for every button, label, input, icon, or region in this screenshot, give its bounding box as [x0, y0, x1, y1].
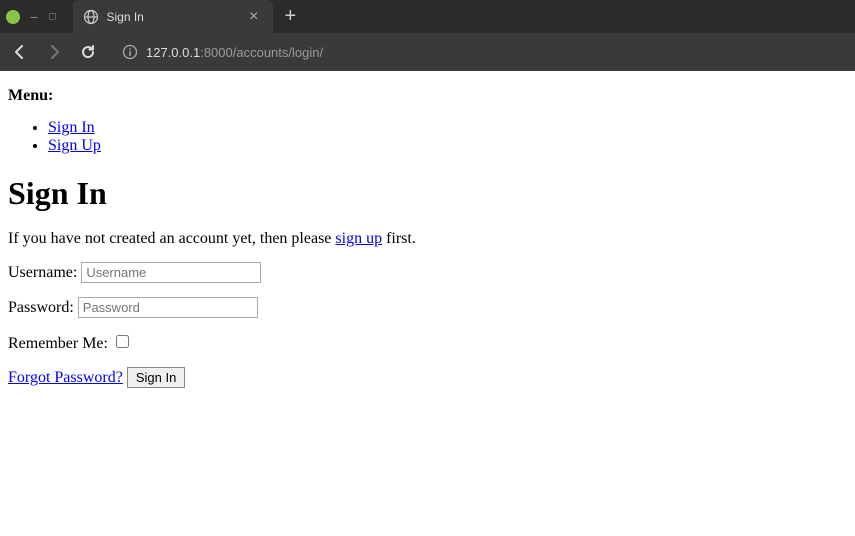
list-item: Sign Up — [48, 137, 847, 155]
site-info-icon[interactable] — [122, 44, 138, 60]
menu-label: Menu: — [8, 87, 847, 105]
address-bar[interactable]: 127.0.0.1:8000/accounts/login/ — [114, 38, 849, 66]
intro-prefix: If you have not created an account yet, … — [8, 230, 335, 247]
actions-row: Forgot Password? Sign In — [8, 367, 847, 388]
username-label: Username: — [8, 264, 81, 281]
menu-link-signup[interactable]: Sign Up — [48, 137, 101, 154]
remember-row: Remember Me: — [8, 332, 847, 353]
window-controls: − ◻ — [0, 10, 63, 24]
reload-button[interactable] — [74, 38, 102, 66]
signin-button[interactable]: Sign In — [127, 367, 185, 388]
menu-link-signin[interactable]: Sign In — [48, 119, 95, 136]
new-tab-button[interactable]: + — [273, 5, 309, 28]
username-input[interactable] — [81, 262, 261, 283]
forward-button[interactable] — [40, 38, 68, 66]
browser-tab[interactable]: Sign In × — [73, 0, 273, 33]
back-button[interactable] — [6, 38, 34, 66]
menu-list: Sign In Sign Up — [8, 119, 847, 155]
window-minimize-icon[interactable]: − — [30, 10, 38, 24]
browser-titlebar: − ◻ Sign In × + — [0, 0, 855, 33]
page-content: Menu: Sign In Sign Up Sign In If you hav… — [0, 71, 855, 410]
page-heading: Sign In — [8, 175, 847, 212]
window-close-icon[interactable] — [6, 10, 20, 24]
forgot-password-link[interactable]: Forgot Password? — [8, 369, 123, 386]
tab-close-icon[interactable]: × — [245, 8, 262, 26]
list-item: Sign In — [48, 119, 847, 137]
intro-suffix: first. — [382, 230, 416, 247]
url-host: 127.0.0.1 — [146, 45, 200, 60]
url-path: :8000/accounts/login/ — [200, 45, 323, 60]
window-maximize-icon[interactable]: ◻ — [48, 11, 56, 22]
signup-inline-link[interactable]: sign up — [335, 230, 382, 247]
password-label: Password: — [8, 299, 78, 316]
intro-text: If you have not created an account yet, … — [8, 230, 847, 248]
remember-label: Remember Me: — [8, 335, 112, 352]
globe-icon — [83, 9, 99, 25]
username-row: Username: — [8, 262, 847, 283]
password-row: Password: — [8, 297, 847, 318]
password-input[interactable] — [78, 297, 258, 318]
browser-toolbar: 127.0.0.1:8000/accounts/login/ — [0, 33, 855, 71]
remember-checkbox[interactable] — [116, 335, 129, 348]
tab-title: Sign In — [107, 10, 246, 24]
